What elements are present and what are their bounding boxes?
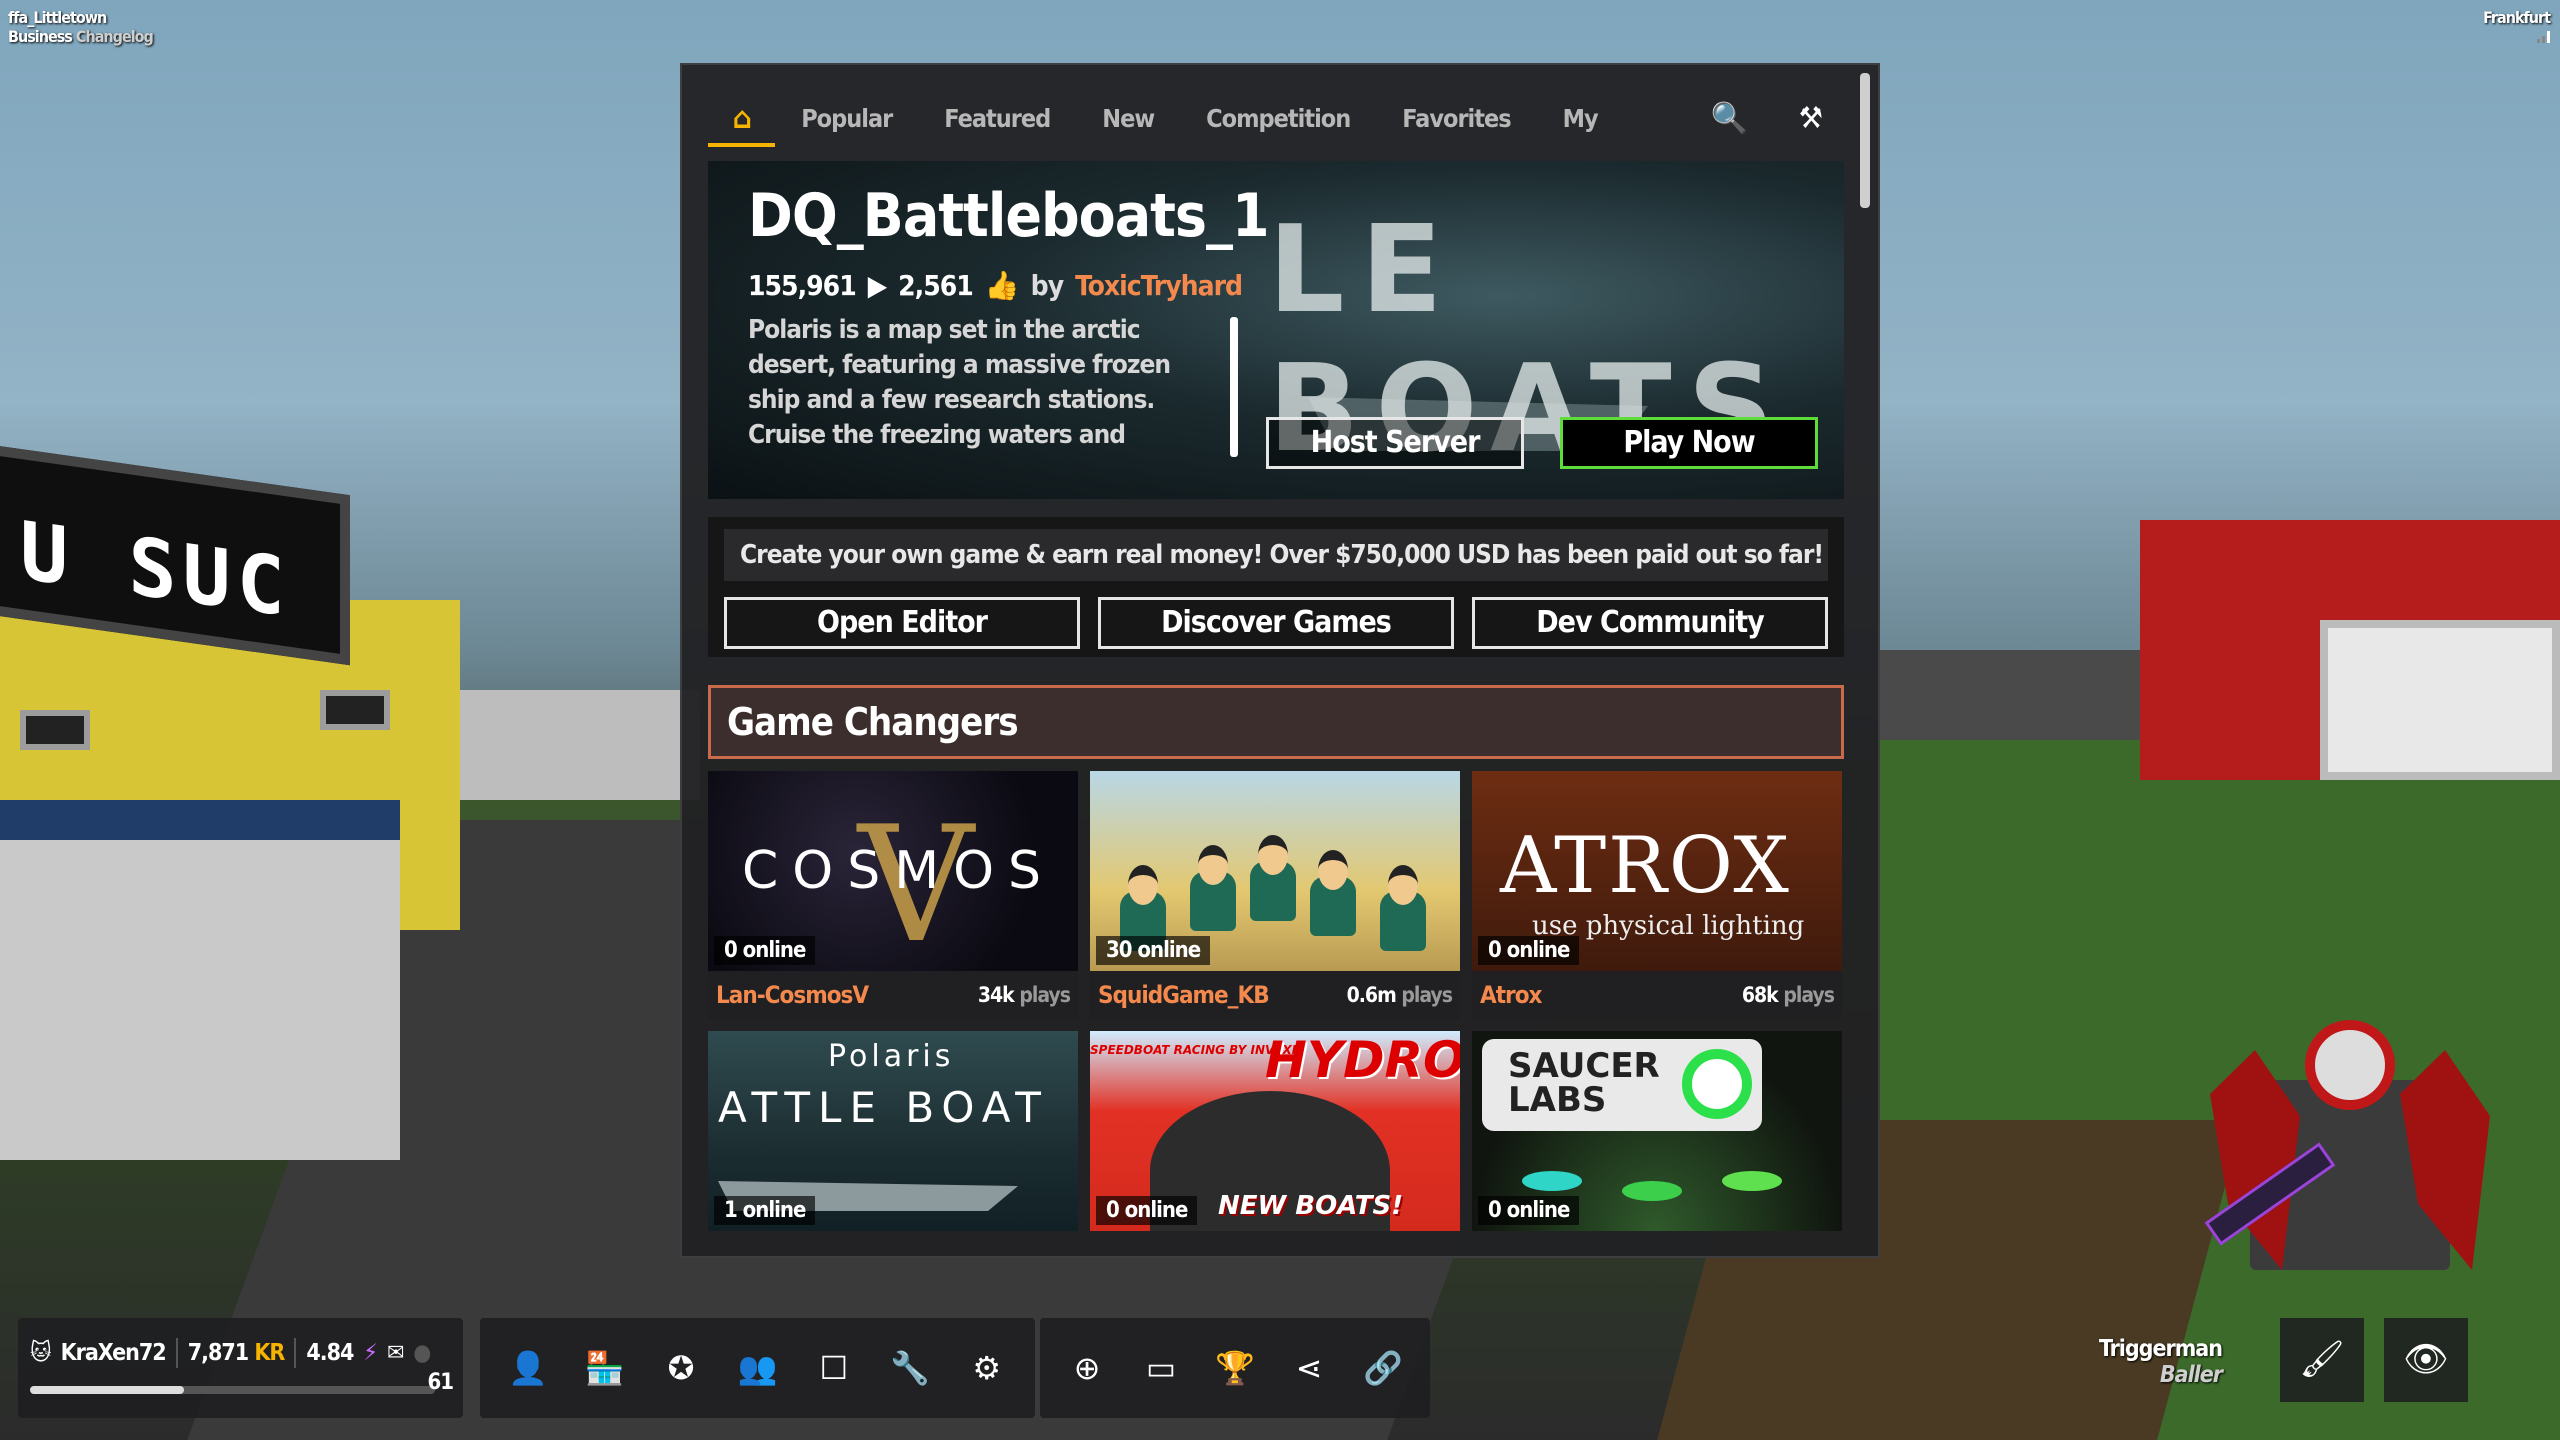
search-icon[interactable]: 🔍 [1684, 91, 1772, 147]
play-icon: ▶ [867, 269, 887, 302]
section-title: Game Changers [708, 685, 1844, 759]
play-count: 68k plays [1741, 983, 1835, 1007]
square-icon[interactable]: ☐ [804, 1349, 864, 1387]
game-thumbnail[interactable]: ATROX use physical lighting 0 online [1472, 771, 1842, 971]
game-thumbnail[interactable]: SPEEDBOAT RACING BY INVEXI HYDRO NEW BOA… [1090, 1031, 1460, 1231]
signal-icon [2537, 31, 2550, 43]
top-left-hud: ffa_Littletown Business Changelog [8, 8, 154, 46]
trophy-icon[interactable]: 🏆 [1205, 1349, 1265, 1387]
game-thumbnail[interactable]: Polaris ATTLE BOAT 1 online [708, 1031, 1078, 1231]
open-editor-button[interactable]: Open Editor [724, 597, 1080, 649]
featured-game-meta: 155,961 ▶ 2,561 👍 by ToxicTryhard [748, 269, 1243, 302]
player-info: Triggerman Baller [2098, 1336, 2223, 1388]
promo-message: Create your own game & earn real money! … [724, 529, 1828, 581]
paint-roller-icon[interactable]: 🖌 [2280, 1318, 2364, 1402]
kr-balance: 7,871 KR [187, 1340, 286, 1366]
tab-bar: ⌂ Popular Featured New Competition Favor… [708, 91, 1848, 189]
play-count: 34k plays [977, 983, 1071, 1007]
game-browser-window: ⌂ Popular Featured New Competition Favor… [680, 63, 1880, 1258]
share-icon[interactable]: ⋖ [1279, 1349, 1339, 1387]
wrench-icon[interactable]: 🔧 [880, 1349, 940, 1387]
store-icon[interactable]: 🏪 [575, 1349, 635, 1387]
main-nav-bar: 👤 🏪 ✪ 👥 ☐ 🔧 ⚙ [480, 1318, 1035, 1418]
discover-games-button[interactable]: Discover Games [1098, 597, 1454, 649]
hide-ui-icon[interactable]: 👁 [2384, 1318, 2468, 1402]
user-profile-box[interactable]: 🐱 KraXen72 7,871 KR 4.84 ⚡ ✉ ● 61 [18, 1318, 463, 1418]
level-number: 61 [427, 1370, 454, 1395]
game-card[interactable]: ATROX use physical lighting 0 online Atr… [1472, 771, 1842, 1019]
online-count: 0 online [1478, 1196, 1580, 1225]
gear-icon[interactable]: ⚙ [957, 1349, 1017, 1387]
link-icon[interactable]: 🔗 [1353, 1349, 1413, 1387]
avatar[interactable]: 🐱 [30, 1340, 52, 1366]
game-card[interactable]: SAUCER LABS 0 online [1472, 1031, 1842, 1231]
player-class: Baller [2159, 1362, 2223, 1388]
tools-icon[interactable]: ⚒ [1773, 91, 1848, 147]
play-count: 0.6m plays [1346, 983, 1453, 1007]
game-card[interactable]: 30 online SquidGame_KB 0.6m plays [1090, 771, 1460, 1019]
online-count: 0 online [1478, 936, 1580, 965]
like-count: 2,561 [898, 269, 974, 302]
server-region: Frankfurt [2483, 8, 2551, 27]
gem-icon: ⚡ [363, 1340, 378, 1366]
game-thumbnail[interactable]: 30 online [1090, 771, 1460, 971]
friends-icon[interactable]: 👥 [727, 1349, 787, 1387]
game-thumbnail[interactable]: SAUCER LABS 0 online [1472, 1031, 1842, 1231]
featured-game-banner: LE BOATS DQ_Battleboats_1 155,961 ▶ 2,56… [708, 161, 1844, 499]
level-progress-fill [30, 1386, 184, 1394]
tab-home[interactable]: ⌂ [708, 91, 776, 147]
map-name: ffa_Littletown [8, 8, 107, 27]
game-card[interactable]: SPEEDBOAT RACING BY INVEXI HYDRO NEW BOA… [1090, 1031, 1460, 1231]
play-count: 155,961 [748, 269, 857, 302]
tab-favorites[interactable]: Favorites [1376, 91, 1536, 147]
person-icon[interactable]: 👤 [498, 1349, 558, 1387]
top-right-hud: Frankfurt [2483, 8, 2551, 47]
by-label: by [1030, 269, 1064, 302]
tab-popular[interactable]: Popular [775, 91, 918, 147]
plus-icon[interactable]: ⊕ [1057, 1349, 1117, 1387]
business-link[interactable]: Business [8, 27, 73, 46]
featured-game-title: DQ_Battleboats_1 [748, 181, 1270, 251]
mail-icon[interactable]: ✉ [387, 1340, 404, 1366]
gem-balance: 4.84 [306, 1340, 354, 1366]
window-icon[interactable]: ▭ [1131, 1349, 1191, 1387]
game-name[interactable]: Atrox [1480, 981, 1542, 1009]
creator-promo: Create your own game & earn real money! … [708, 517, 1844, 657]
tab-competition[interactable]: Competition [1180, 91, 1376, 147]
game-name[interactable]: Lan-CosmosV [716, 981, 869, 1009]
game-name[interactable]: SquidGame_KB [1098, 981, 1270, 1009]
play-now-button[interactable]: Play Now [1560, 417, 1818, 469]
star-icon[interactable]: ✪ [651, 1349, 711, 1387]
online-count: 1 online [714, 1196, 816, 1225]
tab-my-games[interactable]: My Games [1537, 91, 1685, 189]
description-scrollbar[interactable] [1230, 317, 1238, 457]
online-count: 30 online [1096, 936, 1211, 965]
username: KraXen72 [60, 1340, 167, 1366]
status-dot-icon: ● [413, 1340, 431, 1366]
window-scrollbar[interactable] [1860, 73, 1870, 208]
changelog-link[interactable]: Changelog [76, 27, 154, 46]
game-thumbnail[interactable]: V COSMOS 0 online [708, 771, 1078, 971]
tab-new[interactable]: New [1076, 91, 1180, 147]
player-name: Triggerman [2098, 1336, 2223, 1362]
thumbs-up-icon: 👍 [984, 269, 1020, 302]
action-bar: ⊕ ▭ 🏆 ⋖ 🔗 [1040, 1318, 1430, 1418]
featured-game-description: Polaris is a map set in the arctic deser… [748, 315, 1171, 450]
online-count: 0 online [1096, 1196, 1198, 1225]
game-card[interactable]: Polaris ATTLE BOAT 1 online [708, 1031, 1078, 1231]
host-server-button[interactable]: Host Server [1266, 417, 1524, 469]
game-card[interactable]: V COSMOS 0 online Lan-CosmosV 34k plays [708, 771, 1078, 1019]
tab-featured[interactable]: Featured [918, 91, 1076, 147]
online-count: 0 online [714, 936, 816, 965]
author-link[interactable]: ToxicTryhard [1075, 269, 1243, 302]
dev-community-button[interactable]: Dev Community [1472, 597, 1828, 649]
